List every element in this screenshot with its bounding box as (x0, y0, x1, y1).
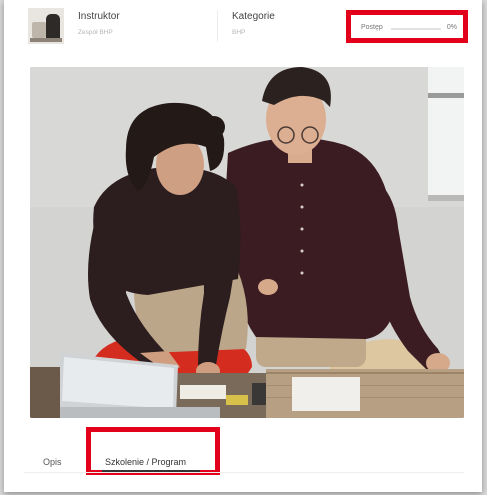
instructor-name: Zespół BHP (78, 29, 113, 36)
tab-program-highlight-box (86, 427, 220, 475)
tabs-divider (24, 472, 464, 473)
course-meta-row: Instruktor Zespół BHP Kategorie BHP Post… (4, 0, 482, 52)
course-card: Instruktor Zespół BHP Kategorie BHP Post… (4, 0, 482, 492)
tab-szkolenie-program[interactable]: Szkolenie / Program (105, 457, 186, 467)
course-cover-illustration (30, 67, 464, 418)
instructor-label: Instruktor (78, 11, 120, 22)
progress-highlight-box: Postęp 0% (346, 10, 468, 43)
course-cover-image (30, 67, 464, 418)
progress-value: 0% (446, 24, 457, 31)
progress-bar (391, 28, 441, 30)
course-tabs: Opis Szkolenie / Program (4, 427, 482, 480)
tab-opis[interactable]: Opis (43, 457, 62, 467)
category-label: Kategorie (232, 11, 275, 22)
category-value: BHP (232, 29, 246, 36)
progress-label: Postęp (361, 24, 383, 31)
instructor-avatar (28, 8, 64, 44)
meta-divider (217, 10, 218, 42)
